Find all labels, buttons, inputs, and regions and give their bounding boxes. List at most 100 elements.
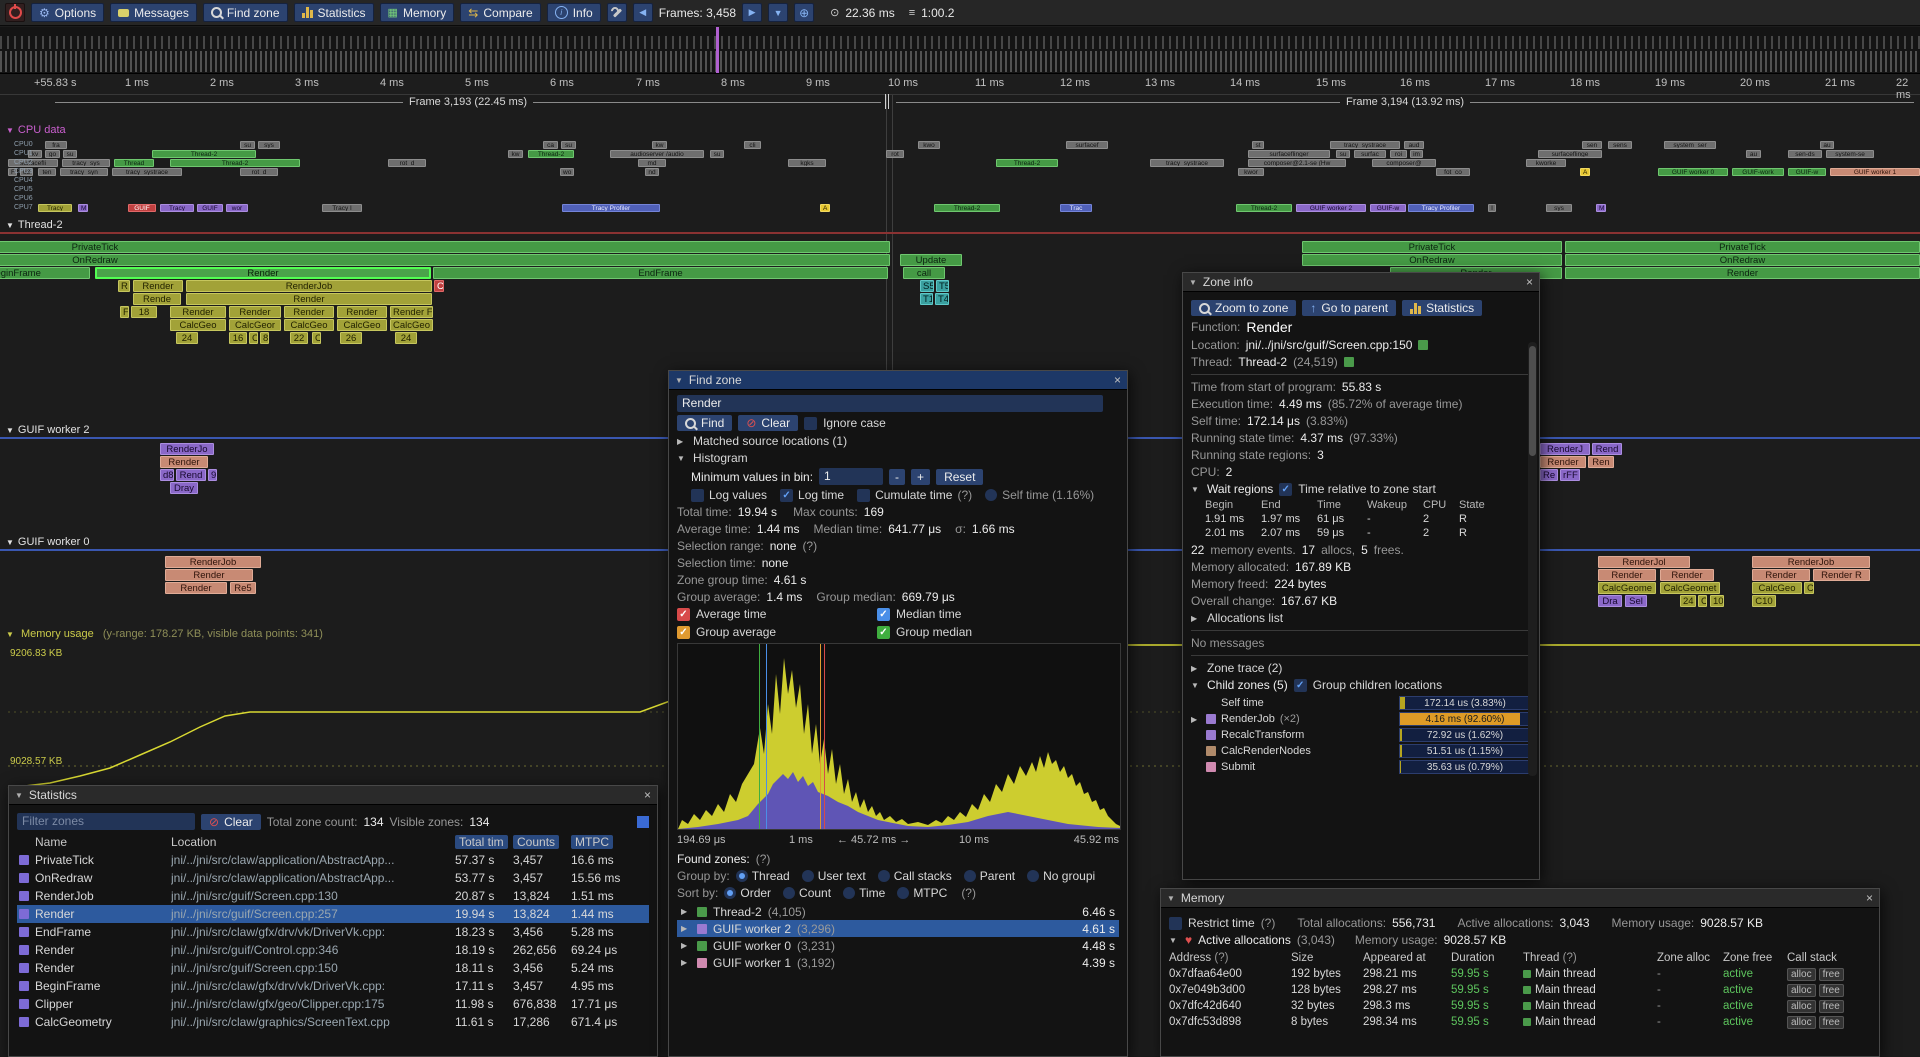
- cpu-zone[interactable]: rot: [886, 150, 904, 158]
- child-zone-row[interactable]: RecalcTransform 72.92 us (1.62%): [1191, 727, 1531, 743]
- column-size[interactable]: Size: [1291, 952, 1363, 964]
- cpu-zone[interactable]: A: [820, 204, 830, 212]
- cpu-zone[interactable]: Thread-2: [152, 150, 256, 158]
- timeline-zone[interactable]: C10: [1752, 595, 1776, 607]
- restrict-time-checkbox[interactable]: [1169, 917, 1182, 930]
- found-zone-group-row[interactable]: ▶ Thread-2 (4,105) 6.46 s: [677, 903, 1119, 920]
- timeline-zone[interactable]: 18: [131, 306, 157, 318]
- memory-button[interactable]: ▦Memory: [380, 3, 455, 22]
- statistics-table-row[interactable]: Render jni/../jni/src/guif/Screen.cpp:15…: [17, 959, 649, 977]
- cpu-zone[interactable]: tracy_systrace: [1150, 159, 1224, 167]
- child-zone-row[interactable]: ▶ RenderJob (×2) 4.16 ms (92.60%): [1191, 711, 1531, 727]
- timeline-zone[interactable]: OnRedraw: [0, 254, 890, 266]
- cpu-zone[interactable]: aud: [1404, 141, 1424, 149]
- statistics-table-row[interactable]: BeginFrame jni/../jni/src/claw/gfx/drv/v…: [17, 977, 649, 995]
- cpu-zone[interactable]: sys: [258, 141, 280, 149]
- histogram-collapser[interactable]: ▼Histogram: [677, 451, 1119, 465]
- cpu-data-section-header[interactable]: ▼CPU data: [6, 124, 66, 136]
- timeline-zone[interactable]: Render: [284, 306, 334, 318]
- column-counts[interactable]: Counts: [513, 835, 559, 849]
- timeline-zone[interactable]: Sel: [1625, 595, 1647, 607]
- timeline-zone[interactable]: T5: [936, 280, 949, 292]
- cpu-zone[interactable]: surfaceflinge: [1538, 150, 1602, 158]
- found-zone-group-row[interactable]: ▶ GUIF worker 0 (3,231) 4.48 s: [677, 937, 1119, 954]
- cpu-zone[interactable]: roi: [1390, 150, 1407, 158]
- timeline-zone[interactable]: RenderJob: [1752, 556, 1870, 568]
- statistics-table-row[interactable]: CalcGeometry jni/../jni/src/claw/graphic…: [17, 1013, 649, 1031]
- timeline-zone[interactable]: CalcGeo: [170, 319, 226, 331]
- close-icon[interactable]: ×: [1114, 373, 1121, 387]
- timeline-zone[interactable]: Render: [95, 267, 431, 279]
- statistics-table-row[interactable]: EndFrame jni/../jni/src/claw/gfx/drv/vk/…: [17, 923, 649, 941]
- bin-decrease-button[interactable]: -: [889, 469, 905, 485]
- legend-checkbox[interactable]: [877, 608, 890, 621]
- column-name[interactable]: Name: [35, 835, 171, 849]
- frame-overview-strip[interactable]: [0, 27, 1920, 74]
- cpu-zone[interactable]: kgks: [788, 159, 826, 167]
- cpu-zone[interactable]: kwor: [1238, 168, 1264, 176]
- cpu-zone[interactable]: su: [561, 141, 576, 149]
- timeline-zone[interactable]: 9: [208, 469, 217, 481]
- cpu-zone[interactable]: Thread-2: [1236, 204, 1292, 212]
- cpu-zone[interactable]: go: [45, 150, 60, 158]
- prev-frame-button[interactable]: ◀: [633, 3, 653, 22]
- cpu-zone[interactable]: fot_co: [1436, 168, 1470, 176]
- cpu-zone[interactable]: im: [1410, 150, 1423, 158]
- zone-source-location[interactable]: jni/../jni/src/guif/Screen.cpp:150: [1246, 338, 1413, 352]
- cpu-zone[interactable]: GUIF worker 0: [1658, 168, 1728, 176]
- timeline-zone[interactable]: Render: [165, 569, 253, 581]
- reset-button[interactable]: Reset: [936, 469, 983, 485]
- alloc-callstack-button[interactable]: alloc: [1787, 1000, 1816, 1013]
- cpu-zone[interactable]: A: [1580, 168, 1590, 176]
- timeline-zone[interactable]: RenderJo: [160, 443, 214, 455]
- go-to-parent-button[interactable]: ↑Go to parent: [1302, 300, 1396, 316]
- timeline-zone[interactable]: Render: [1660, 569, 1714, 581]
- timeline-zone[interactable]: Render: [1540, 456, 1586, 468]
- find-zone-titlebar[interactable]: ▼ Find zone ×: [669, 371, 1127, 390]
- timeline-zone[interactable]: R: [118, 280, 130, 292]
- timeline-zone[interactable]: RenderJob: [165, 556, 261, 568]
- timeline-zone[interactable]: BeginFrame: [0, 267, 90, 279]
- cpu-zone[interactable]: Thread-2: [528, 150, 574, 158]
- cpu-zone[interactable]: au: [1820, 141, 1834, 149]
- memory-table-row[interactable]: 0x7dfc53d898 8 bytes 298.34 ms 59.95 s M…: [1169, 1014, 1871, 1030]
- timeline-zone[interactable]: Render: [229, 306, 281, 318]
- timeline-zone[interactable]: Render: [1598, 569, 1656, 581]
- timeline-zone[interactable]: Re5: [230, 582, 256, 594]
- timeline-zone[interactable]: Render: [1752, 569, 1810, 581]
- cpu-zone[interactable]: Tracy: [160, 204, 194, 212]
- cpu-zone[interactable]: wo: [560, 168, 574, 176]
- column-call-stack[interactable]: Call stack: [1787, 952, 1871, 964]
- cpu-zone[interactable]: su: [710, 150, 724, 158]
- goto-frame-button[interactable]: ⊕: [794, 3, 814, 22]
- accent-square[interactable]: [637, 816, 649, 828]
- close-icon[interactable]: ×: [1526, 275, 1533, 289]
- timeline-zone[interactable]: CalcGeor: [229, 319, 281, 331]
- cpu-zone[interactable]: GUIF worker 1: [1830, 168, 1920, 176]
- cpu-zone[interactable]: kworke: [1526, 159, 1566, 167]
- child-zone-row[interactable]: Self time 172.14 us (3.83%): [1191, 695, 1531, 711]
- sort-by-radio[interactable]: [724, 887, 736, 899]
- cpu-zone[interactable]: Tracy Profiler: [1408, 204, 1474, 212]
- timeline-zone[interactable]: 26: [340, 332, 362, 344]
- cpu-zone[interactable]: surfac: [1354, 150, 1386, 158]
- column-zone-alloc[interactable]: Zone alloc: [1657, 952, 1723, 964]
- timeline-zone[interactable]: C: [434, 280, 444, 292]
- cpu-zone[interactable]: kw: [508, 150, 523, 158]
- statistics-table-row[interactable]: Render jni/../jni/src/guif/Control.cpp:3…: [17, 941, 649, 959]
- tools-button[interactable]: [607, 3, 627, 22]
- column-zone-free[interactable]: Zone free: [1723, 952, 1787, 964]
- legend-checkbox[interactable]: [677, 626, 690, 639]
- timeline-zone[interactable]: Rende: [133, 293, 181, 305]
- cpu-zone[interactable]: su: [63, 150, 77, 158]
- memory-table-row[interactable]: 0x7dfc42d640 32 bytes 298.3 ms 59.95 s M…: [1169, 998, 1871, 1014]
- timeline-zone[interactable]: C: [1804, 582, 1814, 594]
- clear-filter-button[interactable]: ⊘Clear: [201, 814, 261, 830]
- found-zone-group-row[interactable]: ▶ GUIF worker 1 (3,192) 4.39 s: [677, 954, 1119, 971]
- cpu-zone[interactable]: M: [78, 204, 88, 212]
- timeline-zone[interactable]: F: [120, 306, 129, 318]
- group-children-checkbox[interactable]: [1294, 679, 1307, 692]
- next-frame-button[interactable]: ▶: [742, 3, 762, 22]
- frame-marker-right[interactable]: Frame 3,194 (13.92 ms): [896, 95, 1914, 109]
- legend-checkbox[interactable]: [677, 608, 690, 621]
